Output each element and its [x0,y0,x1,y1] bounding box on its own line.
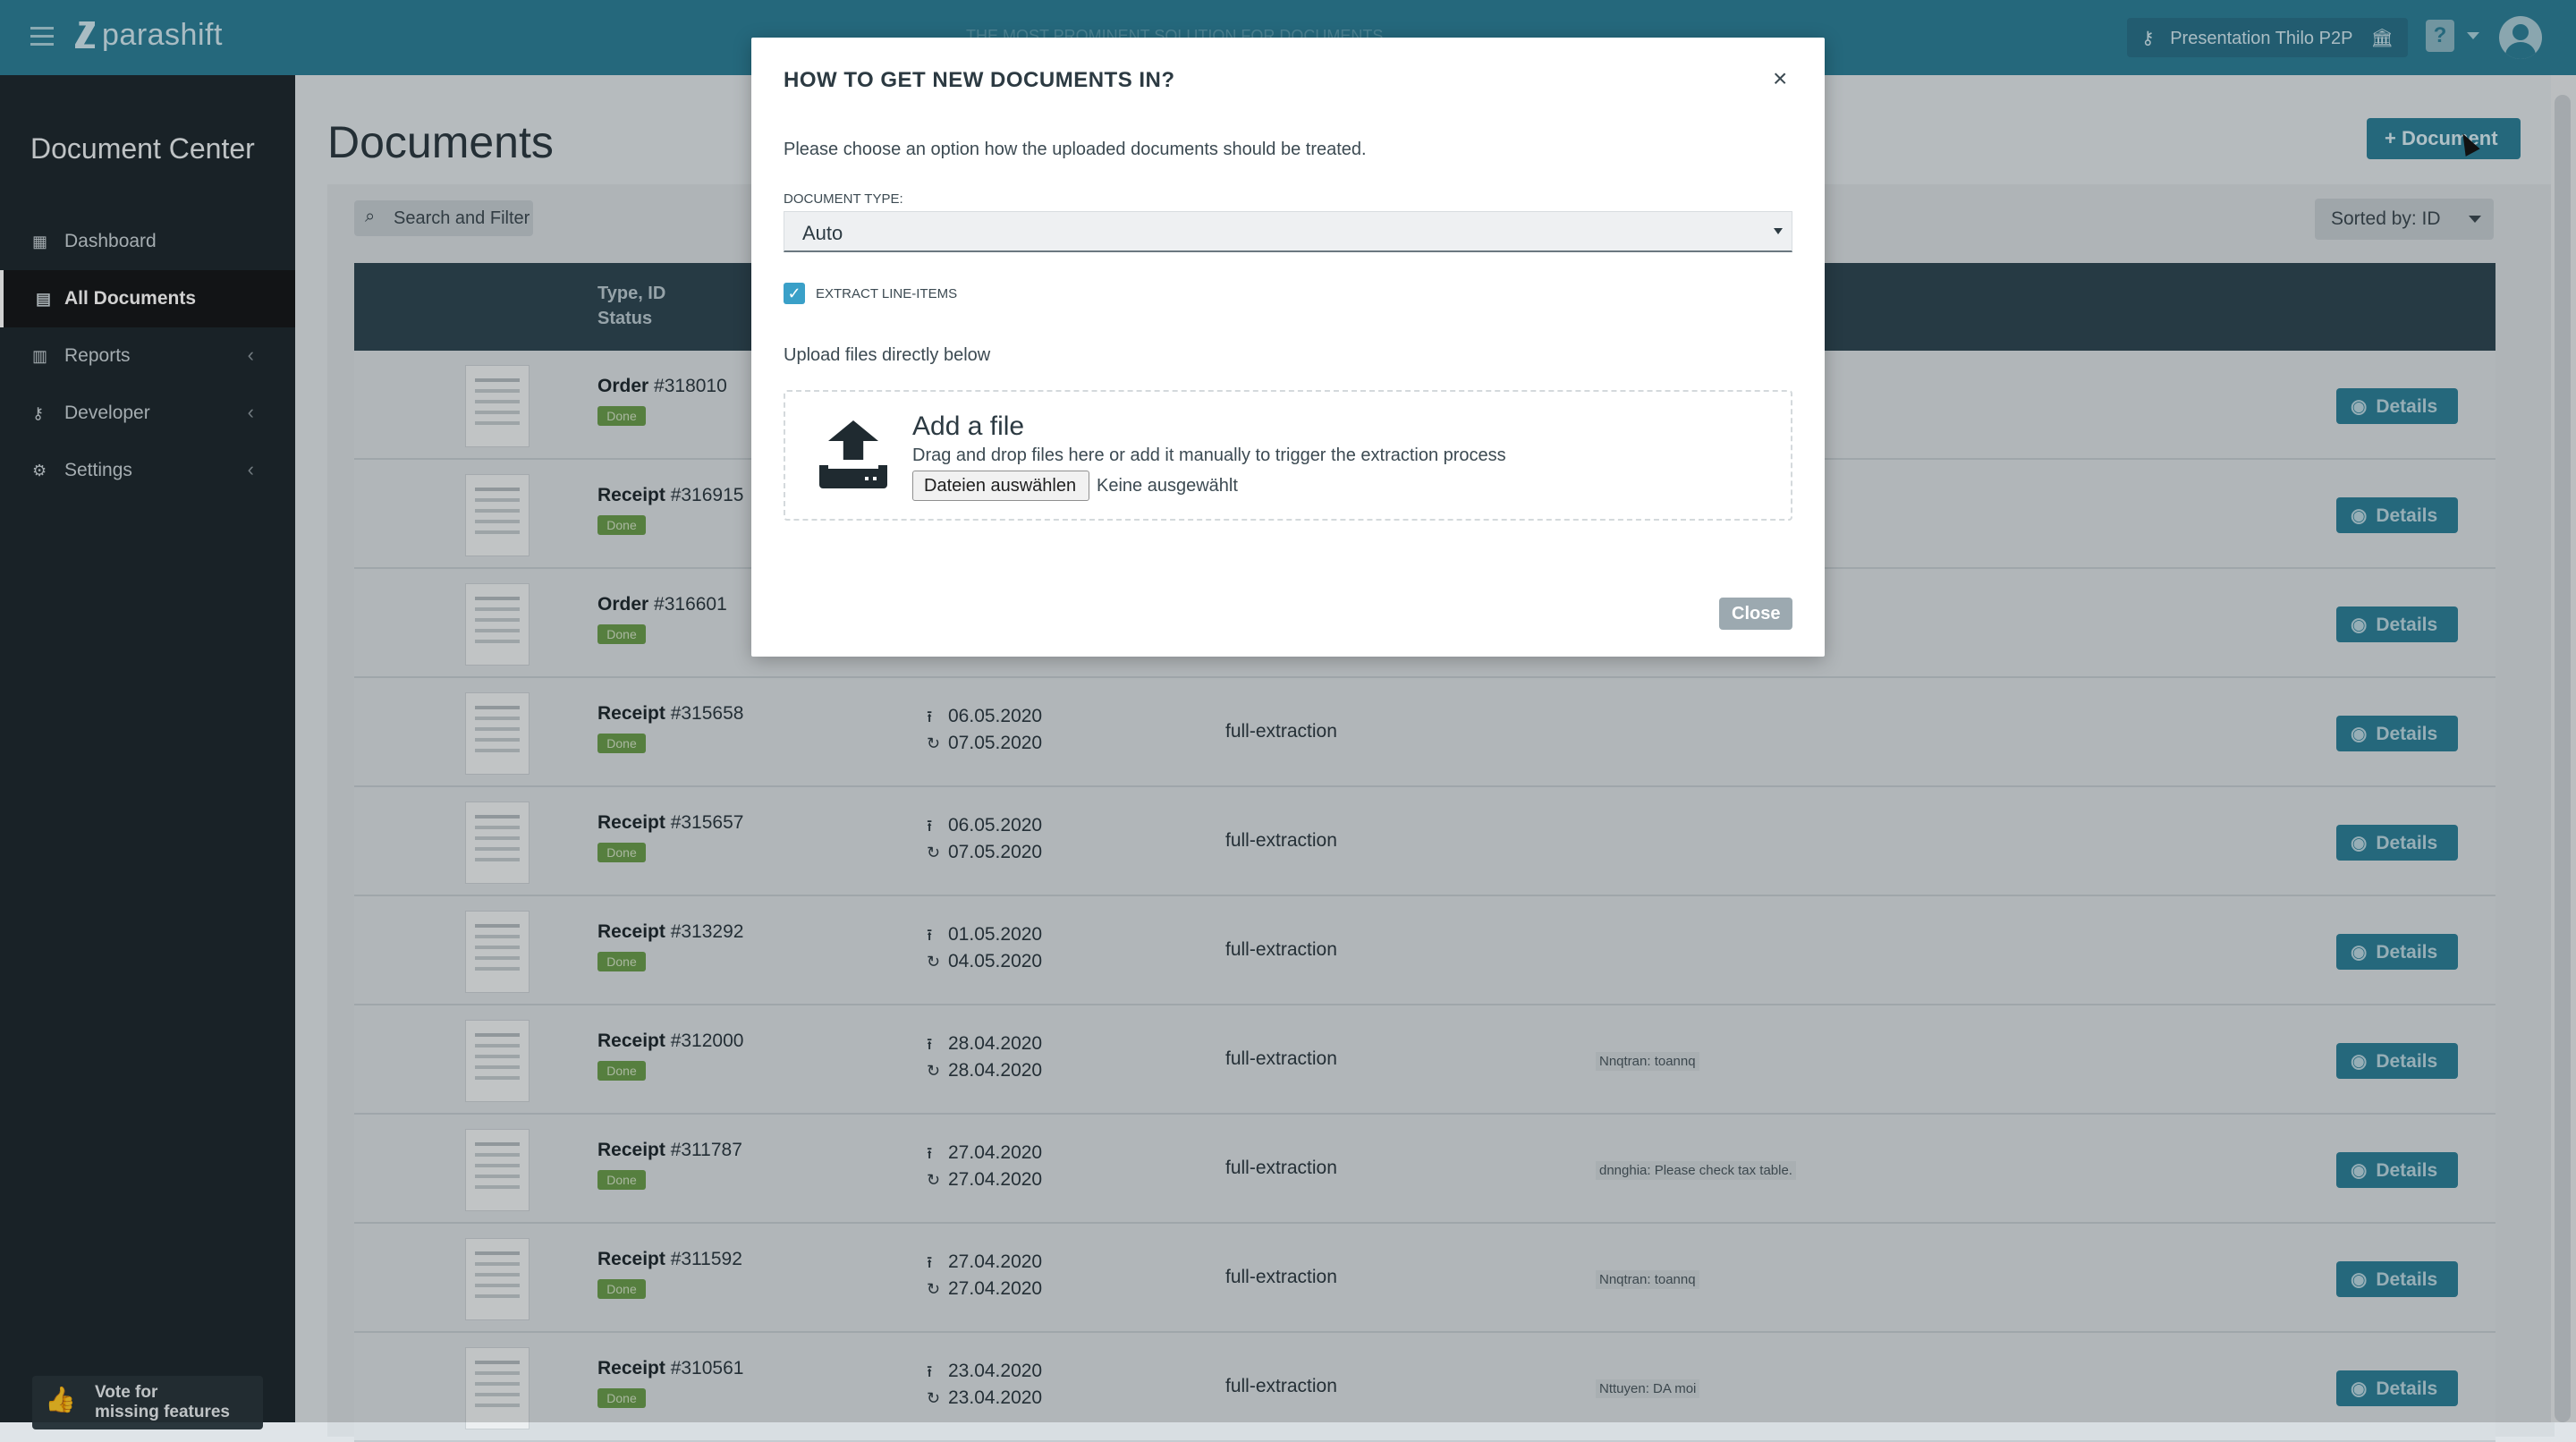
file-dropzone[interactable]: Add a file Drag and drop files here or a… [784,390,1792,521]
extract-line-items-checkbox[interactable]: ✓ [784,283,805,304]
extract-line-items-label[interactable]: EXTRACT LINE-ITEMS [816,286,957,301]
chevron-down-icon [1774,228,1783,234]
no-file-selected-text: Keine ausgewählt [1097,476,1238,496]
document-type-label: DOCUMENT TYPE: [784,191,903,207]
upload-modal: HOW TO GET NEW DOCUMENTS IN? × Please ch… [751,38,1825,657]
document-type-select[interactable]: Auto [784,211,1792,252]
upload-label: Upload files directly below [784,345,991,365]
modal-title: HOW TO GET NEW DOCUMENTS IN? [784,68,1175,92]
dropzone-subtitle: Drag and drop files here or add it manua… [912,445,1506,465]
modal-intro: Please choose an option how the uploaded… [784,140,1367,159]
document-type-value: Auto [802,222,843,244]
choose-files-button[interactable]: Dateien auswählen [912,471,1089,501]
close-icon[interactable]: × [1773,64,1787,93]
close-button[interactable]: Close [1719,598,1792,630]
dropzone-title: Add a file [912,411,1025,441]
upload-icon [819,420,887,492]
